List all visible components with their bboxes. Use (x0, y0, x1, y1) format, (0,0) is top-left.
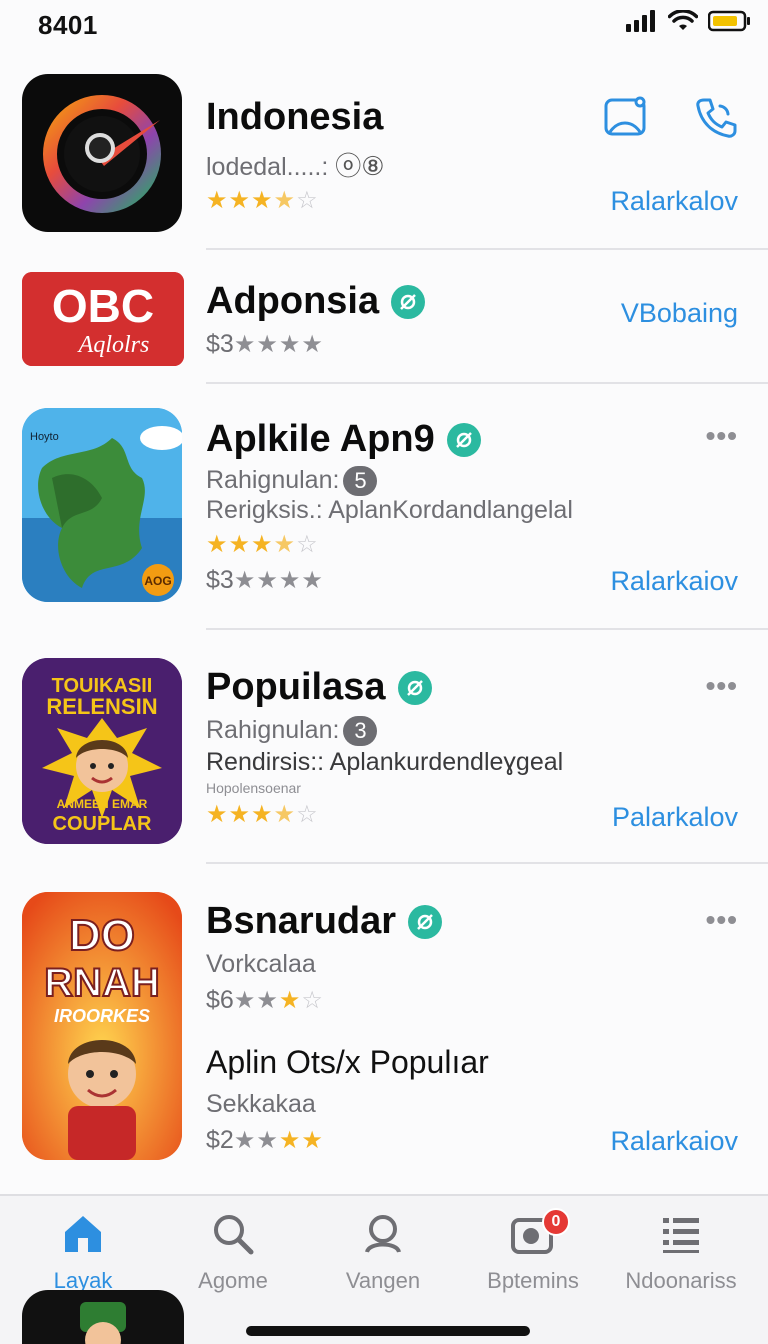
more-options-button[interactable]: ••• (706, 670, 738, 702)
svg-text:ANMEEN EMAR: ANMEEN EMAR (57, 797, 148, 811)
app-title: Aplkile Apn9 (206, 418, 481, 461)
action-link[interactable]: Ralarkalov (610, 186, 738, 217)
app-icon-aplkile[interactable]: AOG Hoyto (22, 408, 182, 602)
app-title: Adponsia (206, 280, 426, 323)
app-detail-line: Sekkakaa (206, 1090, 316, 1118)
speedometer-icon (43, 95, 161, 213)
price-rating: $6★★★☆ (206, 986, 324, 1014)
app-title: Popuilasa (206, 666, 432, 709)
svg-text:Aqlolrs: Aqlolrs (77, 332, 150, 358)
svg-text:Hoyto: Hoyto (30, 431, 59, 443)
svg-text:COUPLAR: COUPLAR (53, 813, 152, 835)
tab-layak[interactable]: Layak (8, 1206, 158, 1294)
app-detail-line: Aplin Ots/x Populıar (206, 1044, 489, 1080)
tab-vangen[interactable]: Vangen (308, 1206, 458, 1294)
svg-text:RNAH: RNAH (44, 961, 160, 1005)
notification-badge: 0 (542, 1208, 570, 1236)
action-link[interactable]: VBobaing (621, 298, 738, 329)
app-row-popuilasa[interactable]: TOUIKASII RELENSIN ANMEEN EMAR COUPLAR P… (0, 630, 768, 864)
cartoon-boy-icon: TOUIKASII RELENSIN ANMEEN EMAR COUPLAR (22, 658, 182, 844)
verified-icon (446, 422, 481, 457)
tab-label: Agome (198, 1268, 268, 1293)
cartoon-boy-icon: DO RNAH IROORKES (22, 892, 182, 1160)
tab-label: Vangen (345, 1268, 421, 1293)
home-indicator (246, 1326, 530, 1336)
phone-icon[interactable] (694, 96, 738, 140)
tab-ndoonariss[interactable]: Ndoonariss (606, 1206, 756, 1294)
app-row-aplkile[interactable]: AOG Hoyto Aplkile Apn9 ••• Rahignulan: 5 … (0, 384, 768, 630)
app-detail-line: Rahignulan: 5 (206, 466, 378, 497)
search-icon (214, 1215, 254, 1255)
rating-stars: ★★★★☆ (206, 801, 319, 828)
partial-app-icon (22, 1290, 184, 1344)
tab-bptemins[interactable]: 0 Bptemins (458, 1206, 608, 1294)
app-icon-indonesia[interactable] (22, 74, 182, 232)
list-icon (663, 1218, 699, 1253)
verified-icon (391, 284, 426, 319)
action-link[interactable]: Palarkalov (612, 802, 738, 833)
island-map-icon: AOG Hoyto (22, 408, 182, 602)
app-icon-bsnarudar[interactable]: DO RNAH IROORKES (22, 892, 182, 1160)
app-title: Indonesia (206, 96, 384, 138)
tab-agome[interactable]: Agome (158, 1206, 308, 1294)
price-rating: $2★★★★ (206, 1126, 324, 1154)
app-detail-line: Vorkcalaa (206, 950, 316, 978)
app-detail-line: Hopolensoenar (206, 780, 301, 796)
svg-text:OBC: OBC (52, 280, 154, 332)
rating-stars: ★★★★☆ (206, 531, 319, 558)
tab-label: Bptemins (487, 1268, 579, 1293)
tab-label: Ndoonariss (625, 1268, 737, 1293)
price-rating: $3★★★★ (206, 566, 324, 594)
app-icon-popuilasa[interactable]: TOUIKASII RELENSIN ANMEEN EMAR COUPLAR (22, 658, 182, 844)
action-link[interactable]: Ralarkaiov (610, 1126, 738, 1157)
rating-stars: ★★★★☆ (206, 187, 319, 214)
verified-icon (397, 670, 432, 705)
svg-text:AOG: AOG (144, 574, 171, 588)
app-subtitle: lodedal.....: ⓞ⑧ (206, 151, 385, 181)
app-detail-line: Rerigksis.: AplanKordandlangelal (206, 496, 573, 524)
svg-text:IROORKES: IROORKES (54, 1006, 150, 1026)
app-detail-line: Rendirsis:: Aplankurdendleɣgeal (206, 748, 564, 776)
house-icon (65, 1216, 101, 1252)
more-options-button[interactable]: ••• (706, 420, 738, 452)
app-icon-adponsia[interactable]: OBC Aqlolrs (22, 272, 184, 366)
svg-text:DO: DO (69, 911, 135, 960)
more-options-button[interactable]: ••• (706, 904, 738, 936)
price-rating: $3★★★★ (206, 330, 324, 358)
action-link[interactable]: Ralarkaiov (610, 566, 738, 597)
svg-text:RELENSIN: RELENSIN (46, 694, 157, 719)
verified-icon (408, 904, 443, 939)
app-detail-line: Rahignulan: 3 (206, 716, 378, 747)
person-icon (365, 1215, 401, 1253)
obc-logo-icon: OBC Aqlolrs (22, 272, 184, 366)
app-title: Bsnarudar (206, 900, 443, 943)
app-row-indonesia[interactable]: Indonesia lodedal.....: ⓞ⑧ ★★★★☆ Ralarka… (0, 0, 768, 250)
app-row-bsnarudar[interactable]: DO RNAH IROORKES Bsnarudar ••• Vorkcalaa… (0, 864, 768, 1190)
app-row-adponsia[interactable]: OBC Aqlolrs Adponsia $3★★★★ VBobaing (0, 250, 768, 384)
photo-frame-icon[interactable] (604, 96, 648, 138)
